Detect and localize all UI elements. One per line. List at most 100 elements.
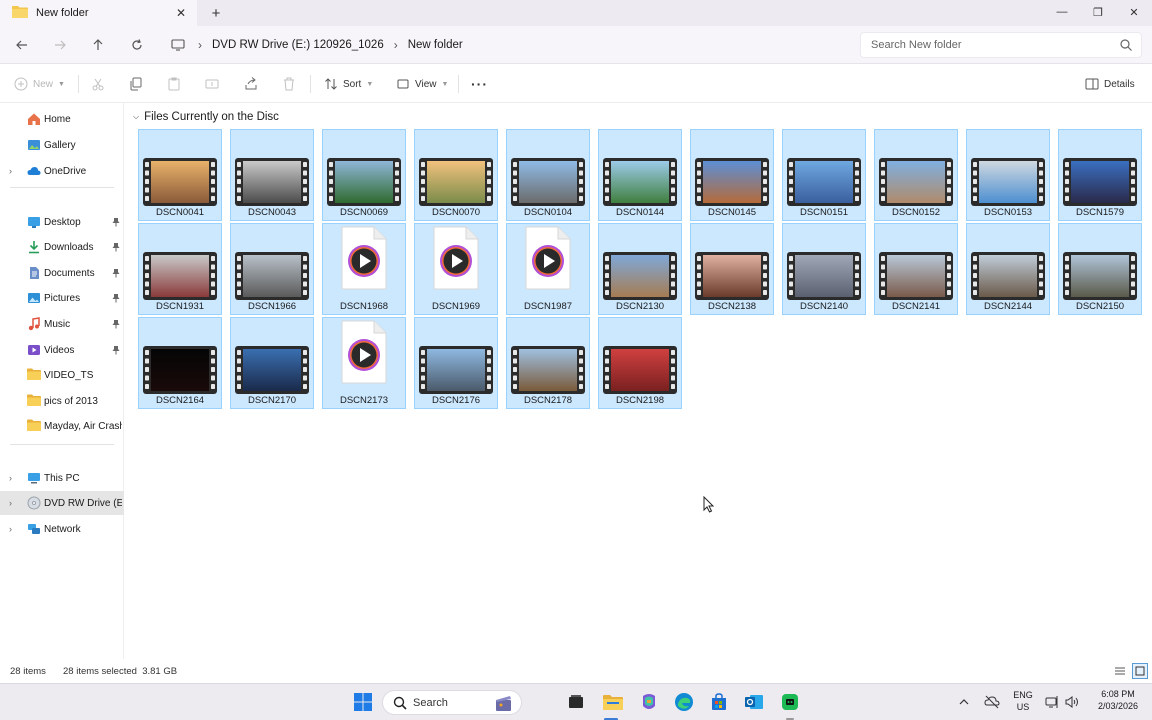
file-tile[interactable]: DSCN2176 (414, 317, 498, 409)
view-button[interactable]: View ▼ (396, 74, 448, 94)
group-header[interactable]: ⌵ Files Currently on the Disc (133, 111, 279, 123)
file-tile[interactable]: DSCN1968 (322, 223, 406, 315)
sidebar-item-desktop[interactable]: Desktop (0, 210, 124, 234)
file-tile[interactable]: DSCN0070 (414, 129, 498, 221)
file-tile[interactable]: DSCN0145 (690, 129, 774, 221)
clock[interactable]: 6:08 PM 2/03/2026 (1088, 689, 1148, 711)
file-tile[interactable]: DSCN1969 (414, 223, 498, 315)
language-indicator[interactable]: ENG US (1010, 690, 1036, 712)
sidebar-item-videos[interactable]: Videos (0, 338, 124, 362)
address-bar[interactable]: › DVD RW Drive (E:) 120926_1026 › New fo… (160, 32, 852, 58)
file-tile[interactable]: DSCN2198 (598, 317, 682, 409)
more-options-button[interactable]: ··· (471, 74, 488, 94)
sidebar-item-home[interactable]: Home (0, 107, 124, 131)
forward-arrow-icon[interactable] (50, 35, 70, 55)
copy-button[interactable] (129, 74, 143, 94)
pin-icon (112, 242, 120, 252)
video-thumbnail-icon (787, 158, 861, 206)
tab-new-folder[interactable]: New folder ✕ (0, 0, 197, 26)
store-icon[interactable] (708, 691, 730, 713)
sidebar-item-dvd-rw-drive-e-120926-1026[interactable]: › DVD RW Drive (E:) 120926_1026 (0, 491, 124, 515)
file-tile[interactable]: DSCN1931 (138, 223, 222, 315)
file-explorer-icon[interactable] (602, 691, 624, 713)
close-icon[interactable]: ✕ (171, 3, 191, 23)
sidebar-item-music[interactable]: Music (0, 312, 124, 336)
chevron-right-icon[interactable]: › (9, 524, 12, 534)
file-tile[interactable]: DSCN2138 (690, 223, 774, 315)
sidebar-item-downloads[interactable]: Downloads (0, 235, 124, 259)
share-button[interactable] (244, 74, 258, 94)
file-tile[interactable]: DSCN1966 (230, 223, 314, 315)
sidebar-item-pics-of-2013[interactable]: pics of 2013 (0, 389, 124, 413)
app-icon[interactable] (779, 691, 801, 713)
file-tile[interactable]: DSCN2173 (322, 317, 406, 409)
windows-start-icon[interactable] (352, 691, 374, 713)
file-tile[interactable]: DSCN2130 (598, 223, 682, 315)
details-view-icon[interactable] (1112, 663, 1128, 679)
file-tile[interactable]: DSCN0069 (322, 129, 406, 221)
sidebar-item-gallery[interactable]: Gallery (0, 133, 124, 157)
monitor-icon[interactable] (168, 35, 188, 55)
file-tile[interactable]: DSCN0144 (598, 129, 682, 221)
file-tile[interactable]: DSCN1579 (1058, 129, 1142, 221)
new-button[interactable]: New ▼ (14, 74, 65, 94)
chevron-right-icon[interactable]: › (9, 166, 12, 176)
chevron-right-icon[interactable]: › (394, 38, 398, 52)
chevron-down-icon[interactable]: ⌵ (133, 112, 139, 122)
sync-off-icon[interactable] (983, 691, 1001, 713)
file-tile[interactable]: DSCN2144 (966, 223, 1050, 315)
file-tile[interactable]: DSCN1987 (506, 223, 590, 315)
selection-info: 28 items selected 3.81 GB (63, 666, 178, 677)
sidebar-item-documents[interactable]: Documents (0, 261, 124, 285)
cut-button[interactable] (91, 74, 105, 94)
close-window-button[interactable]: ✕ (1116, 0, 1152, 24)
network-status-icon[interactable] (1044, 691, 1060, 713)
new-label: New (33, 78, 54, 90)
sidebar-item-video-ts[interactable]: VIDEO_TS (0, 363, 124, 387)
file-tile[interactable]: DSCN0151 (782, 129, 866, 221)
sidebar-item-pictures[interactable]: Pictures (0, 286, 124, 310)
file-tile[interactable]: DSCN2150 (1058, 223, 1142, 315)
outlook-icon[interactable] (743, 691, 765, 713)
file-tile[interactable]: DSCN2164 (138, 317, 222, 409)
search-box[interactable] (860, 32, 1142, 58)
restore-button[interactable]: ❐ (1080, 0, 1116, 24)
delete-button[interactable] (282, 74, 296, 94)
copilot-icon[interactable] (638, 691, 660, 713)
file-tile[interactable]: DSCN2170 (230, 317, 314, 409)
file-tile[interactable]: DSCN0043 (230, 129, 314, 221)
file-tile[interactable]: DSCN0104 (506, 129, 590, 221)
sidebar-item-network[interactable]: › Network (0, 517, 124, 541)
breadcrumb-folder[interactable]: New folder (408, 39, 463, 51)
breadcrumb-drive[interactable]: DVD RW Drive (E:) 120926_1026 (212, 39, 384, 51)
file-tile[interactable]: DSCN0152 (874, 129, 958, 221)
rename-button[interactable] (205, 74, 219, 94)
tiles-view-icon[interactable] (1132, 663, 1148, 679)
chevron-right-icon[interactable]: › (9, 498, 12, 508)
chevron-up-icon[interactable] (956, 691, 972, 713)
file-tile[interactable]: DSCN2140 (782, 223, 866, 315)
paste-button[interactable] (167, 74, 181, 94)
file-tile[interactable]: DSCN0041 (138, 129, 222, 221)
volume-icon[interactable] (1064, 691, 1080, 713)
task-view-icon[interactable] (565, 691, 587, 713)
taskbar-search[interactable]: Search (382, 690, 522, 715)
back-arrow-icon[interactable] (12, 35, 32, 55)
sidebar-item-onedrive[interactable]: › OneDrive (0, 159, 124, 183)
search-input[interactable] (871, 39, 1111, 51)
chevron-right-icon[interactable]: › (198, 38, 202, 52)
refresh-icon[interactable] (127, 35, 147, 55)
edge-icon[interactable] (673, 691, 695, 713)
file-tile[interactable]: DSCN2178 (506, 317, 590, 409)
minimize-button[interactable]: — (1044, 0, 1080, 24)
sort-button[interactable]: Sort ▼ (324, 74, 373, 94)
plus-icon[interactable]: + (206, 3, 226, 23)
file-tile[interactable]: DSCN0153 (966, 129, 1050, 221)
search-icon[interactable] (1119, 38, 1133, 52)
details-button[interactable]: Details (1085, 74, 1135, 94)
chevron-right-icon[interactable]: › (9, 473, 12, 483)
sidebar-item-mayday-air-crash[interactable]: Mayday, Air Crash (0, 414, 124, 438)
sidebar-item-this-pc[interactable]: › This PC (0, 466, 124, 490)
file-tile[interactable]: DSCN2141 (874, 223, 958, 315)
up-arrow-icon[interactable] (88, 35, 108, 55)
